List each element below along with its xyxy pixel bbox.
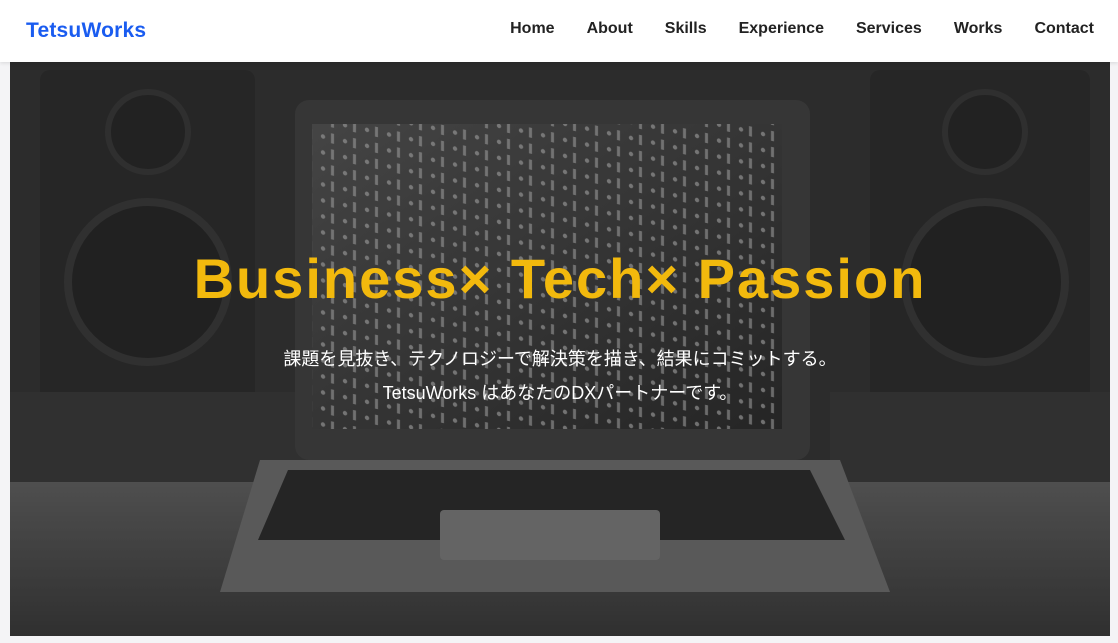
- page-margin: [1110, 62, 1118, 643]
- navbar: TetsuWorks Home About Skills Experience …: [0, 0, 1118, 62]
- nav-link-skills[interactable]: Skills: [665, 19, 707, 39]
- nav-link-home[interactable]: Home: [510, 19, 554, 39]
- nav-link-services[interactable]: Services: [856, 19, 922, 39]
- nav-link-contact[interactable]: Contact: [1034, 19, 1094, 39]
- site-logo[interactable]: TetsuWorks: [26, 19, 146, 43]
- hero-subtitle-line2: TetsuWorks はあなたのDXパートナーです。: [382, 383, 738, 403]
- hero-headline: Business× Tech× Passion: [193, 247, 927, 310]
- nav-link-works[interactable]: Works: [954, 19, 1003, 39]
- nav-link-experience[interactable]: Experience: [739, 19, 824, 39]
- hero-section: Business× Tech× Passion 課題を見抜き、テクノロジーで解決…: [10, 62, 1110, 636]
- nav-link-about[interactable]: About: [587, 19, 633, 39]
- nav-menu: Home About Skills Experience Services Wo…: [478, 19, 1094, 39]
- hero-subtitle-line1: 課題を見抜き、テクノロジーで解決策を描き、結果にコミットする。: [283, 349, 837, 369]
